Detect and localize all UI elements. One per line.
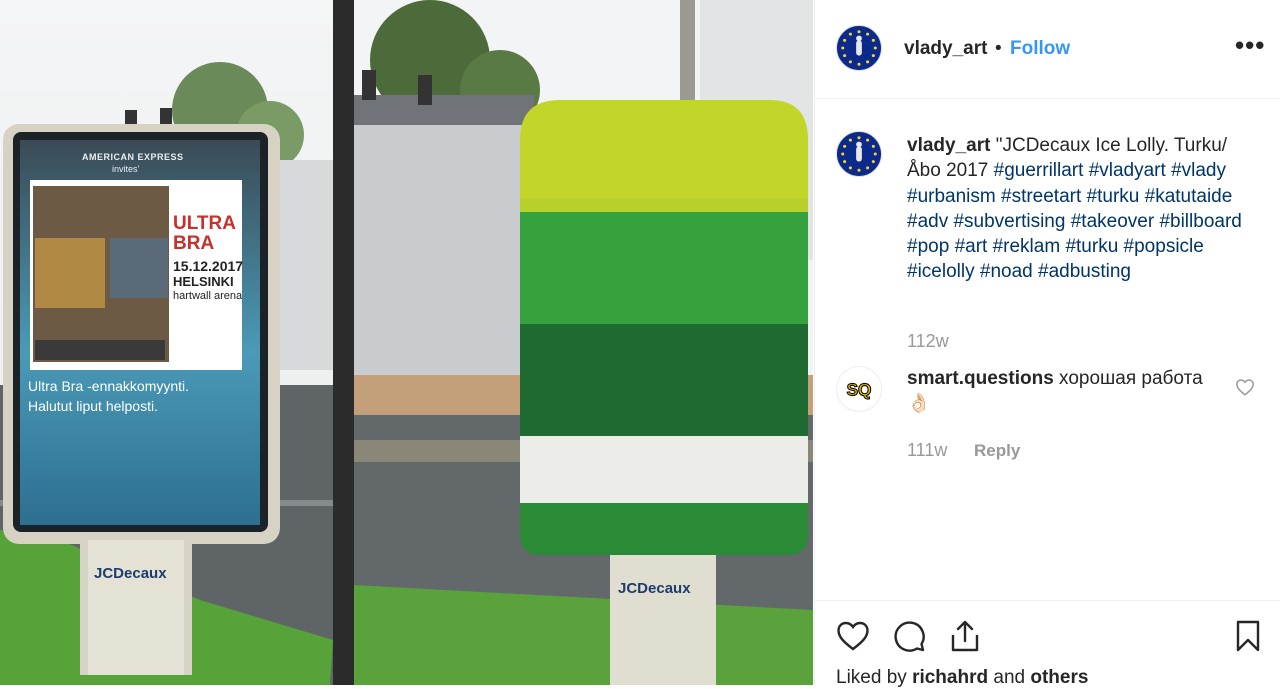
post-photo[interactable]: AMERICAN EXPRESS invites' ULTRA BRA 15.1…	[0, 0, 813, 685]
heart-icon[interactable]	[836, 619, 870, 653]
poster-band: ULTRA BRA	[173, 213, 236, 254]
poster-sponsor: AMERICAN EXPRESS	[82, 152, 184, 162]
follow-button[interactable]: Follow	[1010, 38, 1070, 60]
comment-text: хорошая работа	[1059, 368, 1203, 389]
hashtag-link[interactable]: #icelolly	[907, 261, 975, 282]
commenter-username[interactable]: smart.questions	[907, 368, 1054, 389]
hashtag-link[interactable]: #pop	[907, 236, 949, 257]
poster-headline-1: Ultra Bra -ennakkomyynti.	[28, 378, 190, 394]
likes-summary: Liked by richahrd and others	[836, 667, 1088, 689]
left-stand-brand: JCDecaux	[94, 565, 167, 582]
poster-sponsor-sub: invites'	[112, 164, 140, 174]
post-header: vlady_art • Follow •••	[815, 0, 1280, 99]
hashtag-link[interactable]: #turku	[1087, 186, 1140, 207]
hashtag-link[interactable]: #streetart	[1001, 186, 1081, 207]
right-stand-brand: JCDecaux	[618, 580, 691, 597]
author-avatar[interactable]	[836, 25, 882, 71]
poster-headline-2: Halutut liput helposti.	[28, 398, 158, 414]
photo-scene	[0, 0, 813, 685]
poster-date: 15.12.2017	[173, 258, 244, 274]
comment-timestamp[interactable]: 111w	[907, 440, 947, 461]
commenter-avatar[interactable]: SQ	[836, 366, 882, 412]
more-options-icon[interactable]: •••	[1235, 30, 1265, 61]
hashtag-link[interactable]: #urbanism	[907, 186, 996, 207]
post-sidebar: vlady_art • Follow ••• vlady_art "JCDeca…	[814, 0, 1280, 689]
hashtag-link[interactable]: #vlady	[1171, 160, 1226, 181]
comment-emoji: 👌🏻	[907, 393, 931, 415]
hashtag-link[interactable]: #art	[955, 236, 988, 257]
hashtag-link[interactable]: #katutaide	[1145, 186, 1233, 207]
hashtag-link[interactable]: #takeover	[1071, 211, 1154, 232]
action-bar: Liked by richahrd and others	[815, 600, 1280, 689]
poster-city: HELSINKI	[173, 274, 234, 289]
caption-timestamp[interactable]: 112w	[907, 331, 949, 352]
hashtag-link[interactable]: #reklam	[993, 236, 1061, 257]
share-icon[interactable]	[948, 619, 982, 653]
header-separator: •	[995, 38, 1002, 59]
reply-button[interactable]: Reply	[974, 441, 1020, 461]
hashtag-link[interactable]: #adbusting	[1038, 261, 1131, 282]
hashtag-link[interactable]: #turku	[1065, 236, 1118, 257]
poster-venue: hartwall arena	[173, 290, 243, 302]
comment: smart.questions хорошая работа 👌🏻	[907, 366, 1207, 417]
caption-avatar[interactable]	[836, 131, 882, 177]
comment-icon[interactable]	[892, 619, 926, 653]
caption-username[interactable]: vlady_art	[907, 135, 990, 156]
author-username[interactable]: vlady_art	[904, 38, 987, 60]
bookmark-icon[interactable]	[1231, 619, 1265, 653]
hashtag-link[interactable]: #adv	[907, 211, 948, 232]
post-caption: vlady_art "JCDecaux Ice Lolly. Turku/Åbo…	[907, 133, 1247, 285]
hashtag-link[interactable]: #billboard	[1159, 211, 1241, 232]
hashtag-link[interactable]: #subvertising	[953, 211, 1065, 232]
hashtag-link[interactable]: #popsicle	[1124, 236, 1204, 257]
commenter-avatar-text: SQ	[847, 380, 872, 400]
hashtag-link[interactable]: #vladyart	[1089, 160, 1166, 181]
comment-like-heart-icon[interactable]	[1235, 378, 1255, 396]
hashtag-link[interactable]: #guerrillart	[994, 160, 1084, 181]
hashtag-link[interactable]: #noad	[980, 261, 1033, 282]
